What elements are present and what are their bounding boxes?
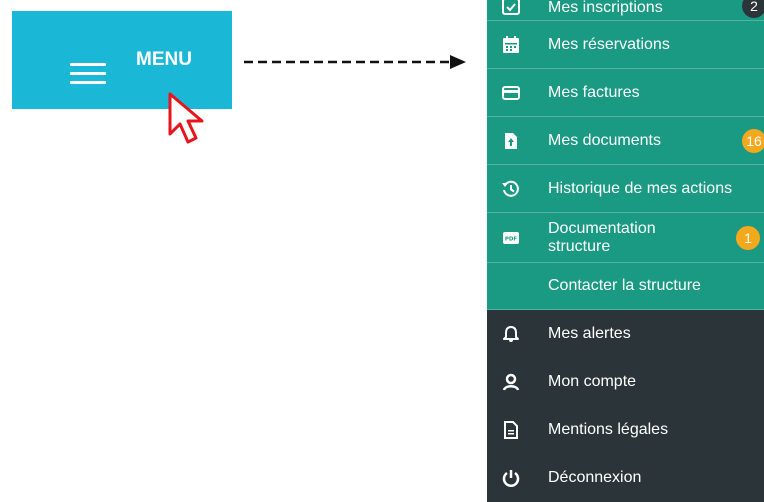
menu-item-label: Mes documents [548, 131, 661, 149]
history-icon [500, 178, 522, 200]
menu-item-label: Déconnexion [548, 469, 642, 486]
pdf-icon: PDF [500, 227, 522, 249]
svg-text:PDF: PDF [505, 236, 518, 242]
credit-card-icon [500, 82, 522, 104]
menu-item-label: Mes inscriptions [548, 0, 663, 16]
menu-item-label: Contacter la structure [548, 277, 701, 294]
calendar-icon [500, 34, 522, 56]
menu-item-mes-inscriptions[interactable]: Mes inscriptions 2 [487, 0, 764, 21]
hamburger-icon [70, 63, 106, 85]
document-icon [500, 419, 522, 441]
menu-item-label: Mon compte [548, 373, 637, 390]
menu-panel: Mes inscriptions 2 Mes réservations Mes … [487, 0, 764, 502]
notification-badge: 16 [742, 128, 764, 153]
menu-item-historique[interactable]: Historique de mes actions [487, 165, 764, 213]
menu-item-mes-factures[interactable]: Mes factures [487, 69, 764, 117]
menu-item-label: Documentation structure [548, 219, 656, 255]
menu-item-label: Mentions légales [548, 421, 669, 438]
menu-item-mentions-legales[interactable]: Mentions légales [487, 406, 764, 454]
menu-item-label: Mes alertes [548, 325, 631, 342]
notification-badge: 2 [742, 0, 764, 18]
menu-item-contacter-structure[interactable]: Contacter la structure [487, 263, 764, 310]
user-icon [500, 371, 522, 393]
menu-item-label: Mes factures [548, 83, 640, 101]
power-icon [500, 467, 522, 489]
menu-button-label: MENU [136, 49, 192, 70]
menu-item-mon-compte[interactable]: Mon compte [487, 358, 764, 406]
menu-item-mes-reservations[interactable]: Mes réservations [487, 21, 764, 69]
calendar-check-icon [500, 0, 522, 17]
menu-item-mes-documents[interactable]: Mes documents 16 [487, 117, 764, 165]
dashed-arrow-icon [244, 55, 466, 69]
notification-badge: 1 [736, 225, 760, 250]
menu-item-label: Mes réservations [548, 35, 670, 53]
mouse-cursor-icon [168, 92, 204, 144]
menu-item-documentation-structure[interactable]: PDF Documentation structure 1 [487, 213, 764, 263]
file-upload-icon [500, 130, 522, 152]
bell-icon [500, 323, 522, 345]
menu-item-label: Historique de mes actions [548, 179, 733, 197]
menu-item-mes-alertes[interactable]: Mes alertes [487, 310, 764, 358]
